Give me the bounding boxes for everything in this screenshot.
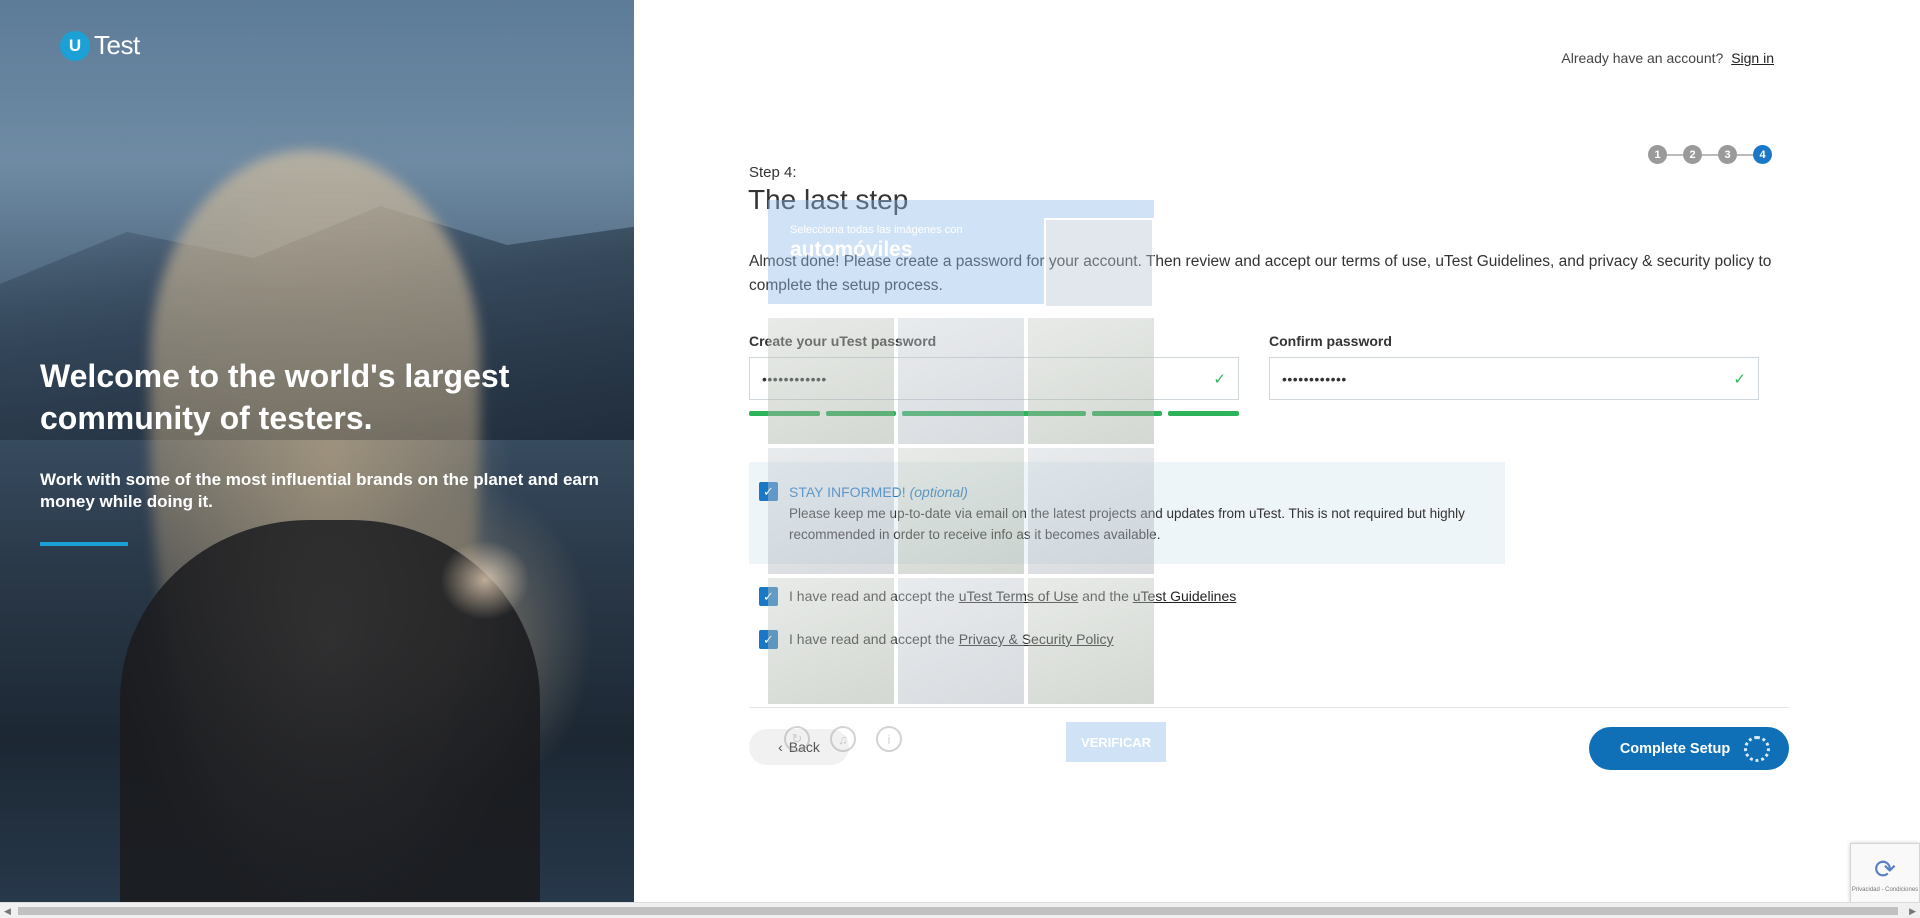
recaptcha-badge-text: Privacidad - Condiciones (1851, 886, 1919, 893)
captcha-tile[interactable] (898, 448, 1024, 574)
captcha-tile[interactable] (898, 578, 1024, 704)
step-indicator: 1 2 3 4 (1648, 145, 1772, 164)
logo-mark: U (60, 30, 90, 61)
captcha-tile[interactable] (1028, 578, 1154, 704)
captcha-target: automóviles (790, 238, 913, 261)
captcha-verify-button[interactable]: VERIFICAR (1066, 722, 1166, 762)
scroll-left-icon[interactable]: ◀ (4, 906, 11, 917)
step-connector (1667, 153, 1683, 156)
complete-setup-button[interactable]: Complete Setup (1589, 727, 1789, 770)
captcha-tile[interactable] (768, 318, 894, 444)
hero-title: Welcome to the world's largest community… (40, 358, 510, 436)
step-dot-4-active: 4 (1753, 145, 1772, 164)
utest-logo[interactable]: U Test (60, 30, 140, 61)
recaptcha-icon: ⟳ (1874, 853, 1896, 884)
step-dot-3: 3 (1718, 145, 1737, 164)
hero-subtitle: Work with some of the most influential b… (40, 470, 599, 511)
signin-prompt: Already have an account? Sign in (1561, 50, 1774, 66)
captcha-image-grid (768, 318, 1154, 704)
complete-setup-label: Complete Setup (1619, 740, 1731, 757)
scroll-right-icon[interactable]: ▶ (1909, 906, 1916, 917)
scrollbar-thumb[interactable] (18, 907, 1898, 915)
logo-wordmark: Test (94, 30, 140, 60)
step-dot-2: 2 (1683, 145, 1702, 164)
confirm-password-field[interactable]: •••••••••••• ✓ (1269, 357, 1759, 400)
strength-segment (1168, 411, 1240, 416)
step-connector (1702, 153, 1718, 156)
headphones-icon[interactable]: ♫ (830, 726, 856, 752)
horizontal-scrollbar[interactable]: ◀ ▶ (0, 902, 1920, 918)
captcha-tile[interactable] (768, 578, 894, 704)
hero-panel: U Test Welcome to the world's largest co… (0, 0, 634, 902)
captcha-tile[interactable] (1028, 448, 1154, 574)
account-prompt-text: Already have an account? (1561, 50, 1724, 66)
captcha-tile[interactable] (898, 318, 1024, 444)
confirm-password-value: •••••••••••• (1282, 370, 1347, 387)
check-icon: ✓ (1213, 370, 1226, 388)
check-icon: ✓ (1733, 370, 1746, 388)
loading-spinner-icon (1744, 735, 1771, 762)
info-icon[interactable]: i (876, 726, 902, 752)
captcha-header: Selecciona todas las imágenes con automó… (768, 200, 1154, 308)
reload-icon[interactable]: ↻ (784, 726, 810, 752)
confirm-password-label: Confirm password (1269, 333, 1392, 349)
captcha-instruction: Selecciona todas las imágenes con (790, 224, 963, 236)
step-dot-1: 1 (1648, 145, 1667, 164)
captcha-footer: ↻ ♫ i VERIFICAR (768, 712, 1166, 768)
recaptcha-badge[interactable]: ⟳ Privacidad - Condiciones (1850, 843, 1920, 903)
captcha-tile[interactable] (768, 448, 894, 574)
hero-accent-rule (40, 542, 128, 546)
step-label: Step 4: (749, 164, 797, 181)
captcha-challenge[interactable]: Selecciona todas las imágenes con automó… (760, 190, 1166, 770)
captcha-sample-image (1044, 218, 1154, 308)
hero-photo-phone (440, 540, 530, 620)
step-connector (1737, 153, 1753, 156)
signin-link[interactable]: Sign in (1731, 50, 1774, 66)
captcha-tile[interactable] (1028, 318, 1154, 444)
